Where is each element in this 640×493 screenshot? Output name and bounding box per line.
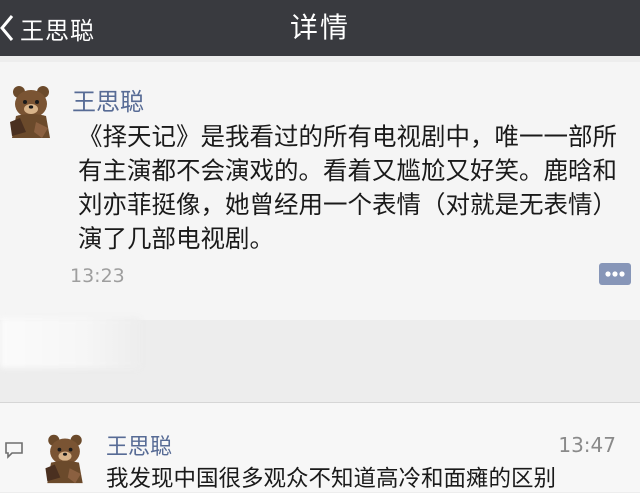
commenter-avatar[interactable] (38, 431, 92, 485)
post-author[interactable]: 王思聪 (72, 82, 144, 117)
nav-bar: 王思聪 详情 (0, 0, 640, 56)
avatar[interactable] (2, 82, 60, 140)
comment-text: 我发现中国很多观众不知道高冷和面瘫的区别 (106, 466, 557, 492)
post-content: 《择天记》是我看过的所有电视剧中，唯一一部所有主演都不会演戏的。看着又尴尬又好笑… (78, 122, 617, 253)
speech-bubble-icon (5, 442, 23, 459)
blurred-area (0, 318, 140, 368)
page-title: 详情 (289, 11, 350, 44)
comment-author[interactable]: 王思聪 (106, 429, 172, 461)
comment-time: 13:47 (558, 433, 616, 457)
comment-item: 王思聪 13:47 我发现中国很多观众不知道高冷和面瘫的区别 (0, 403, 640, 492)
post-card: 王思聪 《择天记》是我看过的所有电视剧中，唯一一部所有主演都不会演戏的。看着又尴… (0, 62, 640, 320)
post-time: 13:23 (70, 265, 125, 287)
comment-dots-icon[interactable] (598, 262, 632, 288)
